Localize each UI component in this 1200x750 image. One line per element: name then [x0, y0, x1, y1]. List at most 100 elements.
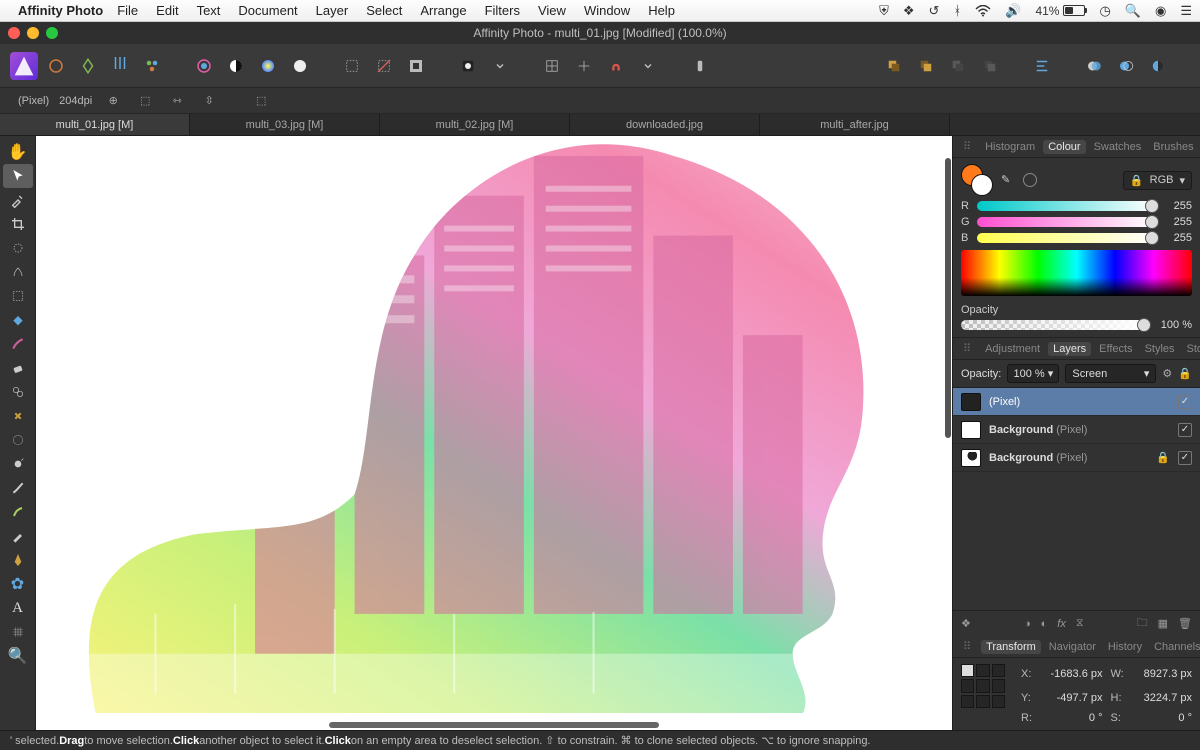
- blend-ranges-icon[interactable]: ❖: [961, 617, 971, 630]
- eyedropper-tool[interactable]: [3, 188, 33, 212]
- transform-w[interactable]: 8927.3 px: [1144, 668, 1192, 680]
- tab-styles[interactable]: Styles: [1141, 343, 1179, 355]
- pen-tool[interactable]: [3, 548, 33, 572]
- persona-develop-button[interactable]: [74, 52, 102, 80]
- grid-tool[interactable]: [3, 620, 33, 644]
- guides-button[interactable]: [570, 52, 598, 80]
- panel-grip-icon[interactable]: ⠿: [959, 140, 975, 153]
- arrange-forward-button[interactable]: [912, 52, 940, 80]
- menu-filters[interactable]: Filters: [485, 3, 520, 18]
- transform-s[interactable]: 0 °: [1178, 712, 1192, 724]
- ctx-align-v-icon[interactable]: ⇳: [198, 90, 220, 112]
- menu-document[interactable]: Document: [238, 3, 297, 18]
- ctx-select-icon[interactable]: ⬚: [250, 90, 272, 112]
- timemachine-icon[interactable]: ↺: [929, 3, 940, 19]
- tab-effects[interactable]: Effects: [1095, 343, 1136, 355]
- window-minimize-button[interactable]: [27, 27, 39, 39]
- tab-brushes[interactable]: Brushes: [1149, 141, 1197, 153]
- menu-text[interactable]: Text: [197, 3, 221, 18]
- tab-adjustment[interactable]: Adjustment: [981, 343, 1044, 355]
- snap-settings-button[interactable]: [634, 52, 662, 80]
- add-mask-button[interactable]: [1080, 52, 1108, 80]
- panel-grip-icon[interactable]: ⠿: [959, 342, 975, 355]
- siri-icon[interactable]: ◉: [1155, 3, 1166, 19]
- marquee-tool[interactable]: [3, 284, 33, 308]
- move-tool[interactable]: [3, 164, 33, 188]
- brush-tool[interactable]: [3, 332, 33, 356]
- volume-icon[interactable]: 🔊: [1005, 3, 1021, 19]
- tab-navigator[interactable]: Navigator: [1045, 641, 1100, 653]
- color-balance-button[interactable]: [190, 52, 218, 80]
- persona-tone-button[interactable]: [106, 52, 134, 80]
- blend-mode-select[interactable]: Screen▾: [1065, 364, 1156, 383]
- transform-r[interactable]: 0 °: [1089, 712, 1103, 724]
- opacity-slider[interactable]: [961, 320, 1146, 330]
- invert-selection-button[interactable]: [402, 52, 430, 80]
- document-page[interactable]: [36, 136, 952, 730]
- app-name[interactable]: Affinity Photo: [18, 3, 103, 18]
- horizontal-scrollbar[interactable]: [329, 722, 659, 728]
- eraser-tool[interactable]: [3, 356, 33, 380]
- hsl-button[interactable]: [254, 52, 282, 80]
- window-zoom-button[interactable]: [46, 27, 58, 39]
- transform-h[interactable]: 3224.7 px: [1144, 692, 1192, 704]
- heal-tool[interactable]: [3, 404, 33, 428]
- pencil-tool[interactable]: [3, 524, 33, 548]
- intersect-mask-button[interactable]: [1112, 52, 1140, 80]
- snapping-button[interactable]: [602, 52, 630, 80]
- anchor-grid[interactable]: [961, 664, 1005, 708]
- menu-help[interactable]: Help: [648, 3, 675, 18]
- arrange-backward-button[interactable]: [944, 52, 972, 80]
- layer-item-0[interactable]: (Pixel) ✓: [953, 388, 1200, 416]
- tab-history[interactable]: History: [1104, 641, 1146, 653]
- zoom-blur-tool[interactable]: [3, 428, 33, 452]
- assistant-button[interactable]: [686, 52, 714, 80]
- mask-icon[interactable]: ◑: [1024, 618, 1031, 630]
- persona-export-button[interactable]: [138, 52, 166, 80]
- menu-edit[interactable]: Edit: [156, 3, 178, 18]
- menu-select[interactable]: Select: [366, 3, 402, 18]
- hand-tool[interactable]: ✋: [3, 140, 33, 164]
- crop-layer-icon[interactable]: ⧖: [1076, 617, 1084, 630]
- clock-icon[interactable]: ◷: [1099, 3, 1110, 19]
- selection-brush-tool[interactable]: [3, 236, 33, 260]
- clone-tool[interactable]: [3, 380, 33, 404]
- b-value[interactable]: 255: [1160, 232, 1192, 244]
- arrange-back-button[interactable]: [976, 52, 1004, 80]
- doc-tab-0[interactable]: multi_01.jpg [M]: [0, 114, 190, 135]
- tab-swatches[interactable]: Swatches: [1090, 141, 1146, 153]
- menu-file[interactable]: File: [117, 3, 138, 18]
- sample-swatch[interactable]: [1023, 173, 1037, 187]
- notification-center-icon[interactable]: ☰: [1180, 3, 1192, 19]
- hue-box[interactable]: [961, 250, 1192, 296]
- g-slider[interactable]: [977, 217, 1154, 227]
- doc-tab-2[interactable]: multi_02.jpg [M]: [380, 114, 570, 135]
- foreground-background-swatch[interactable]: [961, 164, 993, 196]
- deselect-button[interactable]: [370, 52, 398, 80]
- menu-arrange[interactable]: Arrange: [420, 3, 466, 18]
- canvas-area[interactable]: [36, 136, 952, 730]
- grid-button[interactable]: [538, 52, 566, 80]
- transform-y[interactable]: -497.7 px: [1057, 692, 1103, 704]
- arrange-front-button[interactable]: [880, 52, 908, 80]
- doc-tab-3[interactable]: downloaded.jpg: [570, 114, 760, 135]
- bw-button[interactable]: [222, 52, 250, 80]
- tab-channels[interactable]: Channels: [1150, 641, 1200, 653]
- b-slider[interactable]: [977, 233, 1154, 243]
- layer-visible-checkbox[interactable]: ✓: [1178, 451, 1192, 465]
- r-value[interactable]: 255: [1160, 200, 1192, 212]
- tab-colour[interactable]: Colour: [1043, 140, 1085, 154]
- retouch-tool[interactable]: [3, 500, 33, 524]
- smudge-tool[interactable]: [3, 476, 33, 500]
- window-close-button[interactable]: [8, 27, 20, 39]
- menu-layer[interactable]: Layer: [316, 3, 349, 18]
- fx-icon[interactable]: fx: [1057, 618, 1066, 630]
- wifi-icon[interactable]: [975, 5, 991, 17]
- soft-proof-button[interactable]: [286, 52, 314, 80]
- doc-tab-4[interactable]: multi_after.jpg: [760, 114, 950, 135]
- layer-lock-icon[interactable]: 🔒: [1178, 367, 1192, 380]
- layer-settings-icon[interactable]: ⚙: [1162, 367, 1172, 380]
- shield-icon[interactable]: ⛨: [879, 3, 889, 19]
- dropdown-icon[interactable]: [486, 52, 514, 80]
- panel-grip-icon[interactable]: ⠿: [959, 640, 975, 653]
